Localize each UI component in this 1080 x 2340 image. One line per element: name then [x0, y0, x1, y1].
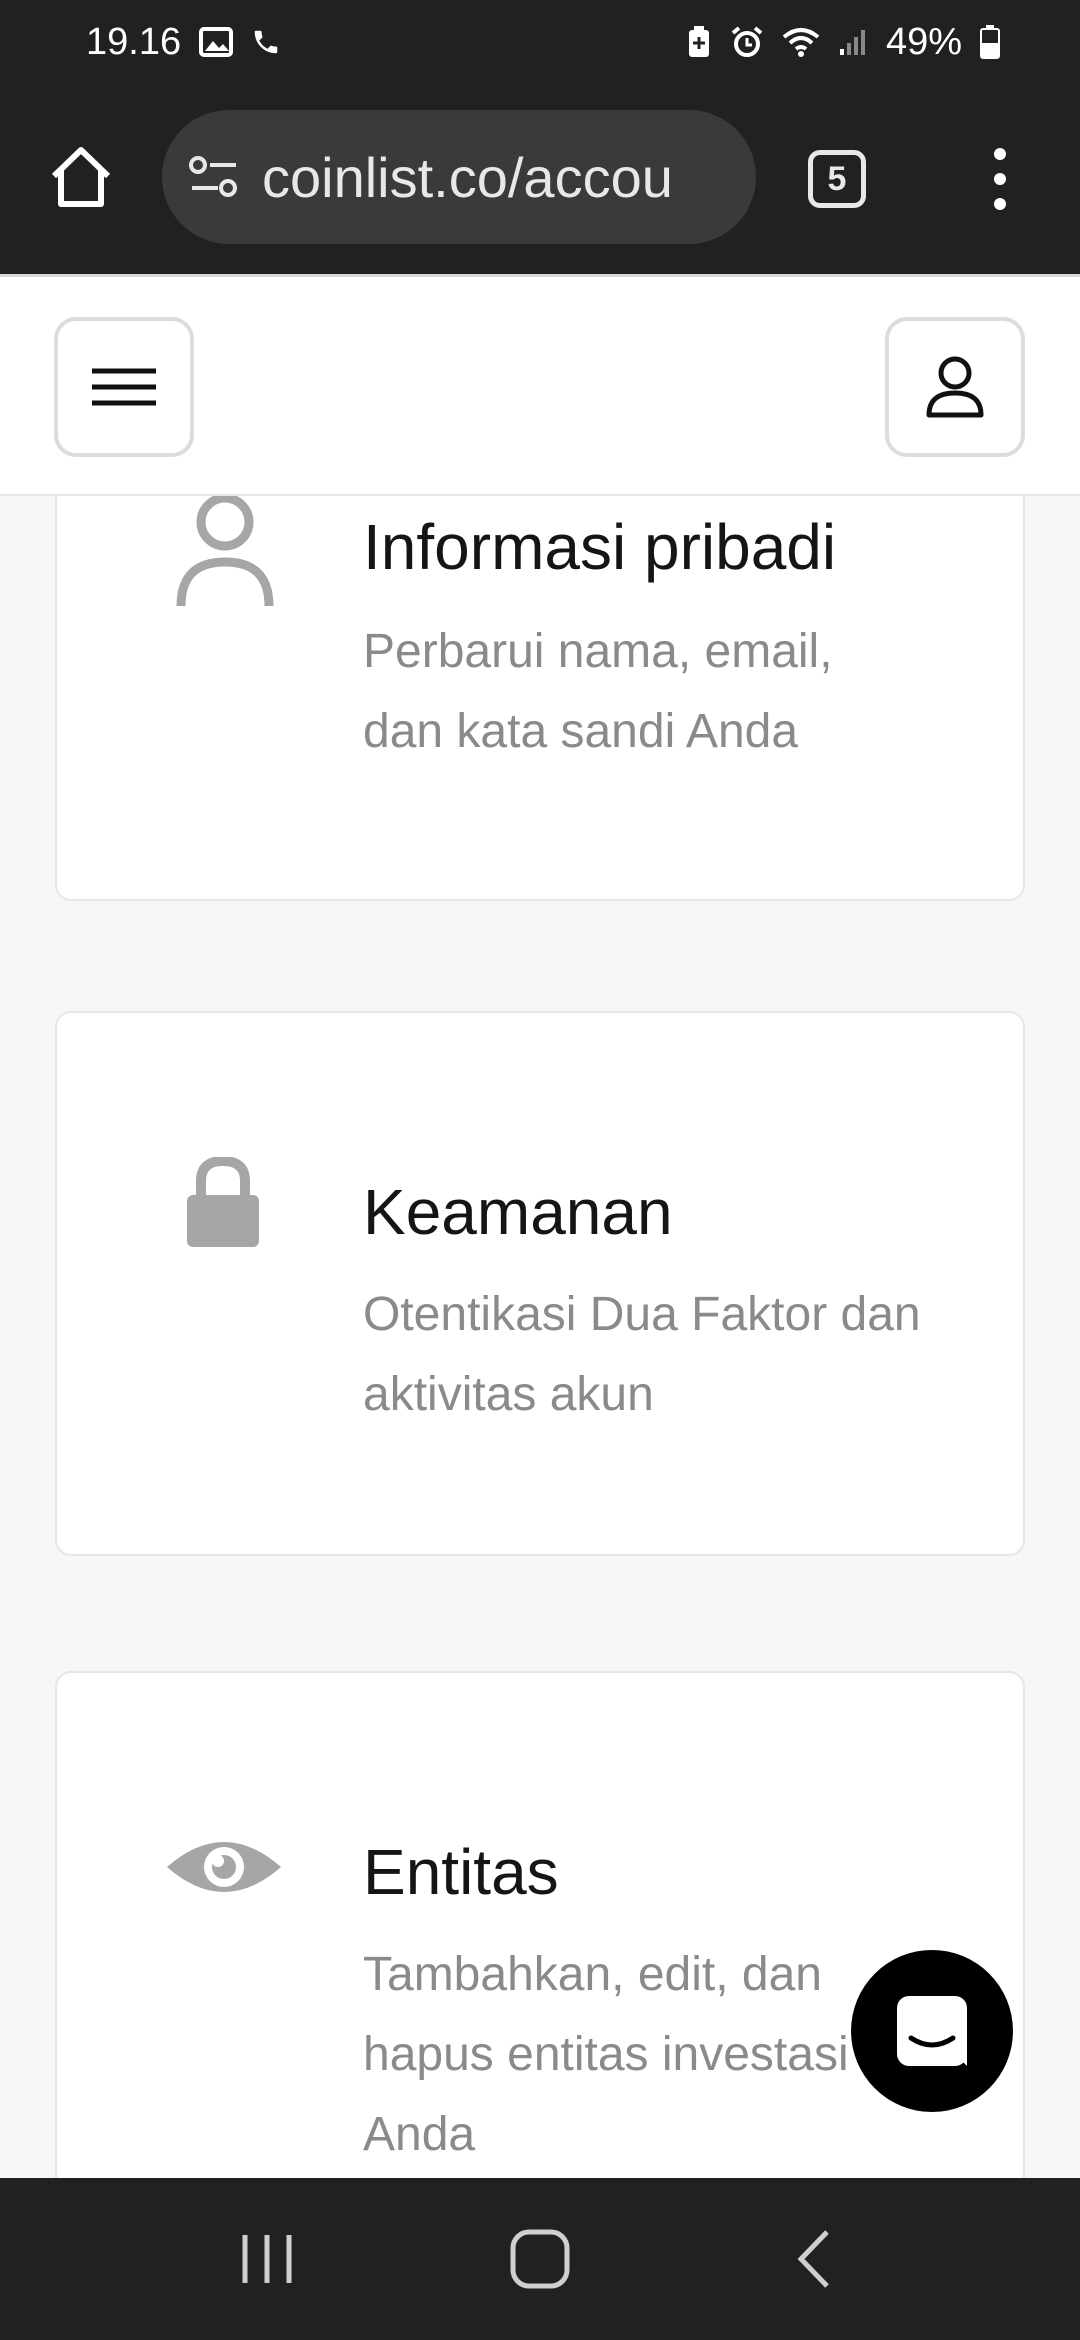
phone-call-icon — [251, 27, 281, 57]
back-button[interactable] — [768, 2214, 858, 2304]
hamburger-menu-button[interactable] — [54, 317, 194, 457]
recents-icon — [242, 2235, 292, 2283]
card-title: Entitas — [363, 1836, 559, 1908]
battery-icon — [980, 25, 1000, 59]
gallery-icon — [199, 27, 234, 57]
card-title: Informasi pribadi — [363, 511, 837, 583]
home-nav-icon — [510, 2229, 570, 2289]
site-settings-icon — [189, 156, 237, 197]
tab-switcher-button[interactable]: 5 — [808, 150, 866, 208]
back-icon — [797, 2230, 830, 2288]
battery-saver-icon — [686, 25, 712, 59]
more-vert-icon — [994, 148, 1006, 210]
status-left: 19.16 — [86, 21, 281, 64]
card-title: Keamanan — [363, 1176, 673, 1248]
hamburger-icon — [92, 368, 156, 406]
home-button[interactable] — [46, 142, 116, 212]
card-personal-info[interactable]: Informasi pribadi Perbarui nama, email, … — [55, 496, 1025, 901]
card-entities[interactable]: Entitas Tambahkan, edit, dan hapus entit… — [55, 1671, 1025, 2178]
home-nav-button[interactable] — [495, 2214, 585, 2304]
card-description: Otentikasi Dua Faktor dan aktivitas akun — [363, 1288, 921, 1421]
user-icon — [926, 356, 984, 418]
account-button[interactable] — [885, 317, 1025, 457]
home-icon — [51, 147, 111, 207]
screen: 19.16 49% coinlist.co/accou 5 Informasi … — [0, 0, 1080, 2340]
browser-menu-button[interactable] — [980, 146, 1020, 212]
battery-percent: 49% — [885, 20, 962, 63]
alarm-icon — [730, 25, 764, 59]
system-nav-bar — [0, 2178, 1080, 2340]
chat-icon — [897, 1996, 967, 2066]
chat-support-button[interactable] — [851, 1950, 1013, 2112]
status-right: 49% — [686, 21, 1000, 64]
person-icon — [175, 496, 275, 613]
eye-icon — [165, 1831, 283, 1908]
status-bar: 19.16 49% — [0, 0, 1080, 84]
site-header — [0, 274, 1080, 496]
card-description: Tambahkan, edit, dan hapus entitas inves… — [363, 1948, 849, 2161]
card-description: Perbarui nama, email, dan kata sandi And… — [363, 625, 833, 758]
wifi-icon — [782, 27, 820, 57]
address-bar[interactable]: coinlist.co/accou — [162, 110, 756, 244]
signal-icon — [838, 27, 868, 57]
card-security[interactable]: Keamanan Otentikasi Dua Faktor dan aktiv… — [55, 1011, 1025, 1556]
status-time: 19.16 — [86, 20, 182, 63]
lock-icon — [185, 1155, 261, 1254]
url-text: coinlist.co/accou — [262, 145, 673, 209]
browser-toolbar: coinlist.co/accou 5 — [0, 84, 1080, 274]
account-settings-list: Informasi pribadi Perbarui nama, email, … — [0, 496, 1080, 2178]
recent-apps-button[interactable] — [222, 2214, 312, 2304]
